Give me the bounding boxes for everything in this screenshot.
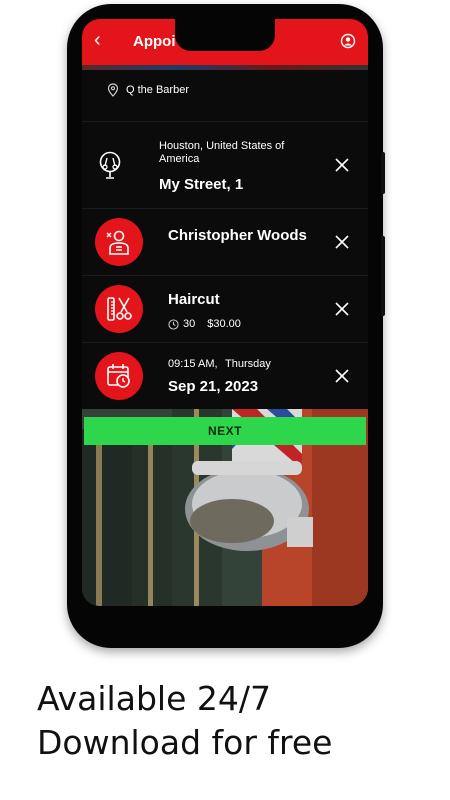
appointment-date: Sep 21, 2023	[168, 378, 259, 395]
user-circle-icon[interactable]	[340, 33, 356, 49]
shop-row: Q the Barber	[82, 70, 368, 122]
service-icon-badge	[95, 285, 143, 333]
staff-icon-badge	[95, 218, 143, 266]
service-duration: 30	[183, 318, 196, 330]
location-row[interactable]: Houston, United States of America My Str…	[82, 122, 368, 209]
close-icon[interactable]	[334, 368, 350, 384]
calendar-clock-icon	[107, 364, 130, 388]
promo-tagline: Available 24/7 Download for free	[37, 677, 332, 765]
location-city: Houston, United States of America	[159, 140, 285, 165]
map-pin-icon	[107, 83, 119, 97]
service-name: Haircut	[168, 291, 220, 308]
chevron-left-icon[interactable]: ‹	[94, 30, 101, 50]
appointment-date-row[interactable]: 09:15 AM, Thursday Sep 21, 2023	[82, 343, 368, 410]
next-button[interactable]: NEXT	[84, 417, 366, 445]
close-icon[interactable]	[334, 157, 350, 173]
phone-volume-button	[381, 236, 385, 316]
service-meta: 30 $30.00	[168, 318, 241, 330]
page-title: Appoi	[133, 33, 176, 50]
comb-scissors-icon	[107, 297, 132, 321]
tagline-line-1: Available 24/7	[37, 679, 271, 718]
date-icon-badge	[95, 352, 143, 400]
appointment-time: 09:15 AM,	[168, 358, 218, 370]
phone-notch	[175, 19, 275, 51]
staff-name: Christopher Woods	[168, 227, 307, 244]
barber-shop-icon	[99, 151, 121, 179]
tagline-line-2: Download for free	[37, 723, 333, 762]
staff-row[interactable]: Christopher Woods	[82, 209, 368, 276]
clock-icon	[168, 318, 179, 330]
service-price: $30.00	[207, 318, 241, 330]
service-row[interactable]: Haircut 30 $30.00	[82, 276, 368, 343]
close-icon[interactable]	[334, 234, 350, 250]
phone-side-button	[381, 152, 385, 194]
app-screen: ‹ Appoi Q the Barber Houston, United Sta…	[82, 19, 368, 606]
location-street: My Street, 1	[159, 176, 244, 193]
shop-name: Q the Barber	[126, 84, 189, 96]
appointment-weekday: Thursday	[225, 358, 271, 370]
barber-person-icon	[106, 230, 129, 255]
close-icon[interactable]	[334, 301, 350, 317]
